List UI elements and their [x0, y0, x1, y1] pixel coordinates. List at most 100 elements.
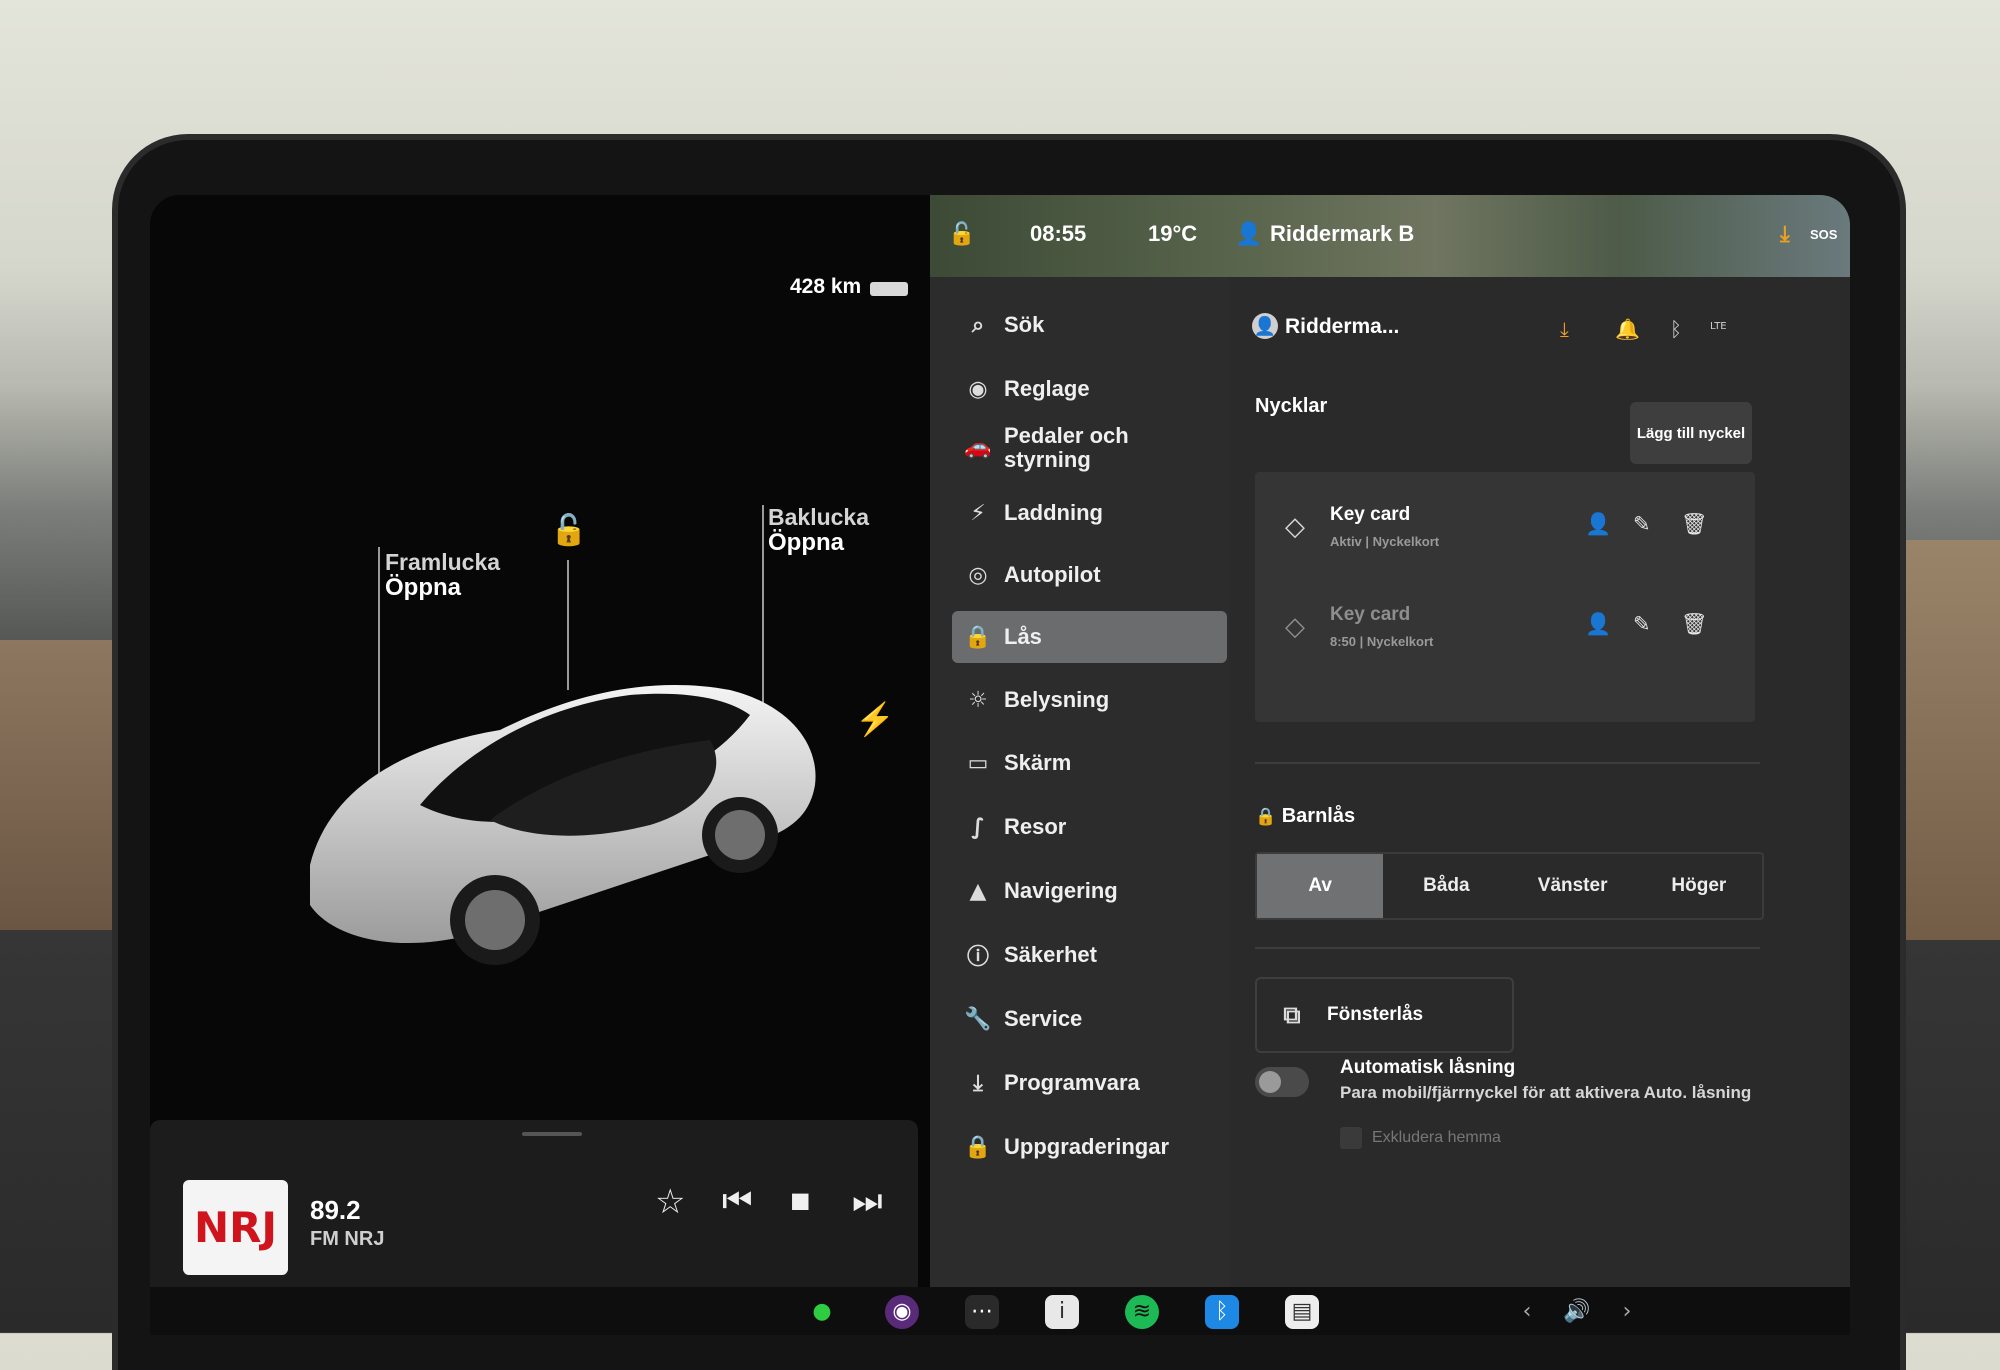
calendar-icon[interactable]: ▤	[1285, 1295, 1319, 1329]
sidebar-item-locks[interactable]: 🔒 Lås	[952, 611, 1227, 663]
sidebar-item-label: Belysning	[1004, 687, 1110, 712]
station-frequency: 89.2	[310, 1195, 361, 1225]
list-item[interactable]: ◇ Key card Aktiv | Nyckelkort 👤 ✎ 🗑	[1255, 482, 1755, 577]
outside-temperature: 19°C	[1148, 221, 1198, 246]
assign-profile-icon[interactable]: 👤	[1585, 612, 1611, 637]
settings-pane: 🔓 08:55 19°C 👤 Riddermark B ⤓ SOS ⌕ Sök …	[930, 195, 1850, 1335]
profile-icon[interactable]: 👤	[1252, 313, 1278, 339]
sidebar-item-label: Säkerhet	[1004, 942, 1097, 967]
unlock-icon[interactable]: 🔓	[550, 513, 587, 548]
navigation-arrow-icon: ▲	[969, 878, 987, 904]
edit-pencil-icon[interactable]: ✎	[1633, 512, 1651, 536]
manual-icon[interactable]: i	[1045, 1295, 1079, 1329]
front-trunk-action: Öppna	[385, 574, 461, 601]
exclude-home-checkbox[interactable]	[1340, 1127, 1362, 1149]
key-status: Aktiv | Nyckelkort	[1330, 534, 1440, 549]
spotify-icon[interactable]: ≋	[1125, 1295, 1159, 1329]
sidebar-item-label: Reglage	[1004, 376, 1090, 401]
driver-profile-icon[interactable]: 👤	[1235, 221, 1262, 247]
sidebar-item-label: Service	[1004, 1006, 1083, 1031]
front-trunk-label: Framlucka	[385, 549, 501, 575]
bluetooth-icon[interactable]: ᛒ	[1670, 317, 1682, 341]
child-lock-option-left[interactable]: Vänster	[1510, 854, 1636, 918]
station-name: FM NRJ	[310, 1228, 385, 1250]
car-3d-model	[310, 684, 816, 965]
app-dock: ● ◉ ⋯ i ≋ ᛒ ▤ ‹ 🔊 ›	[150, 1287, 1850, 1335]
phone-icon[interactable]: ●	[805, 1295, 839, 1329]
sidebar-item-lighting[interactable]: ☼ Belysning	[952, 674, 1227, 726]
previous-track-icon[interactable]: ⏮	[722, 1182, 753, 1221]
favorite-star-icon[interactable]: ☆	[655, 1182, 685, 1222]
dashboard-wood-right	[1890, 540, 2000, 940]
auto-lock-toggle[interactable]	[1255, 1067, 1309, 1097]
sidebar-item-safety[interactable]: ⓘ Säkerhet	[952, 929, 1227, 981]
next-track-icon[interactable]: ⏭	[852, 1182, 883, 1221]
add-key-button[interactable]: Lägg till nyckel	[1630, 402, 1752, 464]
section-divider	[1255, 947, 1760, 949]
car-icon: 🚗	[964, 435, 992, 460]
key-card-icon: ◇	[1285, 512, 1305, 542]
window-lock-button[interactable]: ⧉ Fönsterlås	[1255, 977, 1514, 1053]
media-drag-handle[interactable]	[522, 1132, 582, 1136]
sidebar-item-label: Laddning	[1004, 500, 1103, 525]
rear-trunk-control[interactable]: Baklucka Öppna	[768, 505, 869, 556]
download-icon[interactable]: ⤓	[1780, 221, 1790, 247]
charge-port-icon[interactable]: ⚡	[855, 700, 895, 738]
key-name: Key card	[1330, 604, 1411, 625]
sidebar-item-upgrades[interactable]: 🔒 Uppgraderingar	[952, 1121, 1227, 1173]
edit-pencil-icon[interactable]: ✎	[1633, 612, 1651, 636]
sidebar-item-autopilot[interactable]: ◎ Autopilot	[952, 549, 1227, 601]
volume-icon[interactable]: 🔊	[1560, 1295, 1594, 1329]
assign-profile-icon[interactable]: 👤	[1585, 512, 1611, 537]
sidebar-item-service[interactable]: 🔧 Service	[952, 993, 1227, 1045]
download-icon[interactable]: ⤓	[1560, 317, 1569, 341]
window-lock-label: Fönsterlås	[1327, 1004, 1424, 1025]
camera-icon[interactable]: ◉	[885, 1295, 919, 1329]
keys-list: ◇ Key card Aktiv | Nyckelkort 👤 ✎ 🗑 ◇ Ke…	[1255, 472, 1755, 722]
sidebar-item-navigation[interactable]: ▲ Navigering	[952, 865, 1227, 917]
child-lock-segmented-control: Av Båda Vänster Höger	[1255, 852, 1764, 920]
key-status: 8:50 | Nyckelkort	[1330, 634, 1434, 649]
list-item[interactable]: ◇ Key card 8:50 | Nyckelkort 👤 ✎ 🗑	[1255, 582, 1755, 677]
more-apps-icon[interactable]: ⋯	[965, 1295, 999, 1329]
toggle-icon: ◉	[968, 376, 988, 402]
bolt-icon: ⚡	[970, 500, 986, 526]
sidebar-item-search[interactable]: ⌕ Sök	[952, 299, 1227, 351]
sidebar-item-label: Resor	[1004, 814, 1067, 839]
trips-icon: ∫	[971, 814, 985, 840]
sidebar-item-pedals-steering[interactable]: 🚗 Pedaler och styrning	[952, 422, 1227, 474]
volume-down-icon[interactable]: ‹	[1510, 1295, 1544, 1329]
sidebar-item-label: Lås	[1004, 624, 1042, 649]
sidebar-item-label: Pedaler och styrning	[1004, 423, 1129, 472]
child-lock-option-both[interactable]: Båda	[1383, 854, 1509, 918]
stop-icon[interactable]: ■	[790, 1182, 811, 1221]
sidebar-item-charging[interactable]: ⚡ Laddning	[952, 487, 1227, 539]
trash-icon[interactable]: 🗑	[1681, 512, 1708, 537]
front-trunk-control[interactable]: Framlucka Öppna	[385, 549, 501, 601]
sidebar-item-label: Sök	[1004, 312, 1045, 337]
child-lock-option-off[interactable]: Av	[1257, 854, 1384, 918]
sidebar-item-software[interactable]: ⤓ Programvara	[952, 1057, 1227, 1109]
sos-button[interactable]: SOS	[1810, 227, 1837, 242]
exclude-home-option[interactable]: Exkludera hemma	[1340, 1127, 1501, 1149]
status-bar: 🔓 08:55 19°C 👤 Riddermark B ⤓ SOS	[930, 195, 1850, 277]
bluetooth-icon[interactable]: ᛒ	[1205, 1295, 1239, 1329]
toggle-knob	[1259, 1071, 1281, 1093]
trash-icon[interactable]: 🗑	[1681, 612, 1708, 637]
clock: 08:55	[1030, 221, 1087, 246]
safety-icon: ⓘ	[966, 945, 989, 970]
child-lock-label: Barnlås	[1281, 805, 1356, 827]
driver-profile-name[interactable]: Riddermark B	[1270, 221, 1414, 247]
key-name: Key card	[1330, 504, 1411, 525]
unlock-icon[interactable]: 🔓	[948, 221, 975, 247]
sidebar-item-trips[interactable]: ∫ Resor	[952, 801, 1227, 853]
sidebar-item-display[interactable]: ▭ Skärm	[952, 737, 1227, 789]
search-icon: ⌕	[971, 312, 985, 338]
bell-icon[interactable]: 🔔	[1615, 317, 1640, 341]
profile-name[interactable]: Ridderma...	[1285, 315, 1399, 339]
volume-up-icon[interactable]: ›	[1610, 1295, 1644, 1329]
sidebar-item-controls[interactable]: ◉ Reglage	[952, 363, 1227, 415]
sidebar-item-label: Navigering	[1004, 878, 1118, 903]
station-logo: NRJ	[183, 1180, 288, 1275]
child-lock-option-right[interactable]: Höger	[1636, 854, 1762, 918]
